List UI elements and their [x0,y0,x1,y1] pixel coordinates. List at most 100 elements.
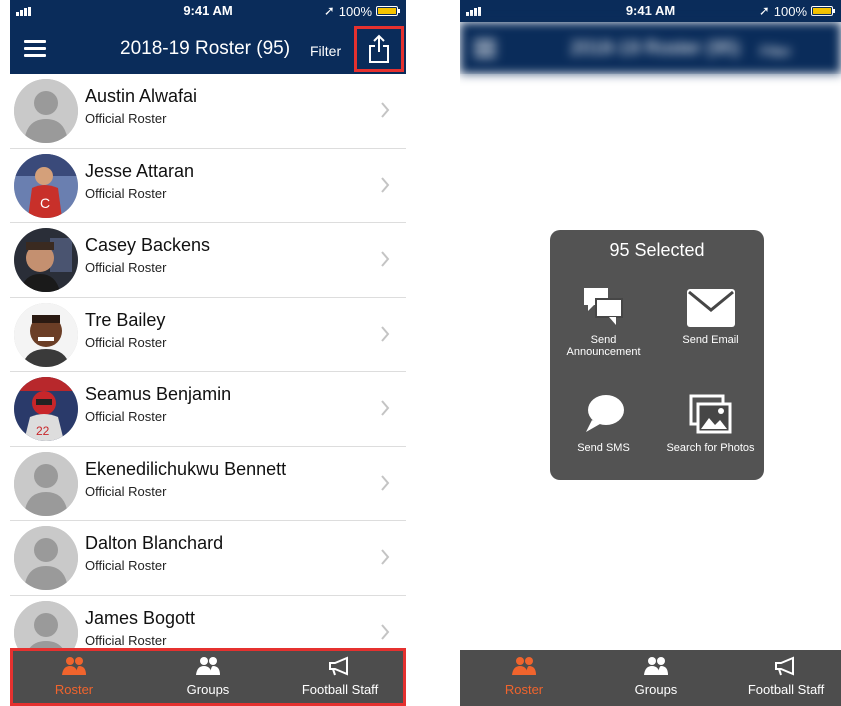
battery-indicator: ➚ 100% [323,3,400,19]
people-icon [512,657,536,675]
player-subtitle: Official Roster [85,483,167,499]
tab-groups[interactable]: Groups [596,656,716,697]
action-label: Send SMS [577,442,630,454]
megaphone-icon [775,656,794,676]
groups-icon [644,657,668,675]
player-name: Ekenedilichukwu Bennett [85,458,287,479]
battery-percent: 100% [773,3,807,19]
roster-list: Austin Alwafai Official Roster C Jesse A… [10,74,406,650]
avatar [14,79,78,143]
page-title: 2018-19 Roster (95) [120,38,291,59]
action-label: Announcement [566,346,641,358]
battery-percent: 100% [338,3,372,19]
player-subtitle: Official Roster [85,334,167,350]
avatar [14,600,78,650]
speech-bubble-icon [585,395,624,432]
avatar [14,526,78,590]
list-item[interactable]: Austin Alwafai Official Roster [10,74,406,149]
list-item[interactable]: 22 Seamus Benjamin Official Roster [10,372,406,447]
tab-label: Groups [186,682,230,697]
tab-groups[interactable]: Groups [148,656,268,697]
share-icon [369,34,389,63]
chevron-right-icon [381,549,390,565]
page-title: 2018-19 Roster (95) [570,38,741,59]
send-email-button[interactable]: Send Email [657,288,764,346]
list-item[interactable]: C Jesse Attaran Official Roster [10,149,406,223]
avatar [14,228,78,292]
player-subtitle: Official Roster [85,185,167,201]
location-icon: ➚ [323,3,335,18]
player-name: Tre Bailey [85,309,166,330]
search-photos-button[interactable]: Search for Photos [657,394,764,454]
chevron-right-icon [381,251,390,267]
player-subtitle: Official Roster [85,409,167,424]
chevron-right-icon [381,623,390,640]
avatar: C [14,153,78,218]
action-label: Send Email [682,334,739,346]
tab-football-staff[interactable]: Football Staff [280,656,400,697]
tab-label: Groups [634,682,678,697]
location-icon: ➚ [758,3,770,18]
tab-label: Roster [504,682,544,697]
list-item[interactable]: Ekenedilichukwu Bennett Official Roster [10,447,406,521]
groups-icon [196,657,220,675]
megaphone-icon [329,656,348,676]
filter-button: Filter [760,43,792,59]
tab-roster[interactable]: Roster [464,656,584,697]
menu-icon [474,40,496,61]
status-bar: 9:41 AM ➚ 100% [10,0,406,22]
tab-label: Football Staff [747,682,825,697]
chevron-right-icon [381,400,390,416]
player-subtitle: Official Roster [85,558,167,573]
action-label: Search for Photos [666,442,755,454]
svg-text:22: 22 [36,424,50,438]
player-name: Dalton Blanchard [85,533,224,553]
send-sms-button[interactable]: Send SMS [550,392,657,454]
people-icon [62,657,86,675]
player-name: Casey Backens [85,235,211,255]
player-subtitle: Official Roster [85,260,167,275]
player-name: Jesse Attaran [85,160,195,181]
filter-button[interactable]: Filter [310,43,341,59]
selection-popup: 95 Selected Send Announcement Send Email… [550,230,764,480]
chevron-right-icon [381,325,390,342]
list-item[interactable]: James Bogott Official Roster [10,596,406,650]
battery-indicator: ➚ 100% [758,3,835,19]
photos-icon [689,394,731,434]
tab-bar: Roster Groups Football Staff [10,648,406,706]
selection-screen: 9:41 AM ➚ 100% 2018-19 Roster (95) Filte… [460,0,841,706]
list-item[interactable]: Dalton Blanchard Official Roster [10,521,406,596]
popup-title: 95 Selected [609,240,705,260]
action-label: Send [590,334,617,346]
envelope-icon [686,289,735,327]
avatar [14,451,78,516]
list-item[interactable]: Tre Bailey Official Roster [10,298,406,372]
roster-screen: 9:41 AM ➚ 100% 2018-19 Roster (95) Filte… [10,0,406,706]
player-name: James Bogott [85,607,196,628]
chevron-right-icon [381,474,390,491]
share-button[interactable] [354,26,404,72]
tab-label: Football Staff [301,682,379,697]
battery-icon [811,6,835,16]
tab-roster[interactable]: Roster [14,656,134,697]
player-subtitle: Official Roster [85,632,167,648]
tab-football-staff[interactable]: Football Staff [726,656,841,697]
nav-bar: 2018-19 Roster (95) Filter [10,22,406,74]
list-item[interactable]: Casey Backens Official Roster [10,223,406,298]
tab-label: Roster [54,682,94,697]
nav-bar: 2018-19 Roster (95) Filter [460,22,841,74]
battery-icon [376,6,400,16]
status-bar: 9:41 AM ➚ 100% [460,0,841,22]
svg-text:C: C [40,195,50,211]
avatar [14,302,78,367]
menu-icon[interactable] [24,40,46,61]
chevron-right-icon [381,102,390,118]
avatar: 22 [14,377,78,441]
player-name: Austin Alwafai [85,86,198,106]
chat-bubbles-icon [583,288,623,325]
send-announcement-button[interactable]: Send Announcement [550,286,657,358]
player-subtitle: Official Roster [85,111,167,126]
chevron-right-icon [381,176,390,193]
player-name: Seamus Benjamin [85,384,232,404]
tab-bar: Roster Groups Football Staff [460,650,841,706]
